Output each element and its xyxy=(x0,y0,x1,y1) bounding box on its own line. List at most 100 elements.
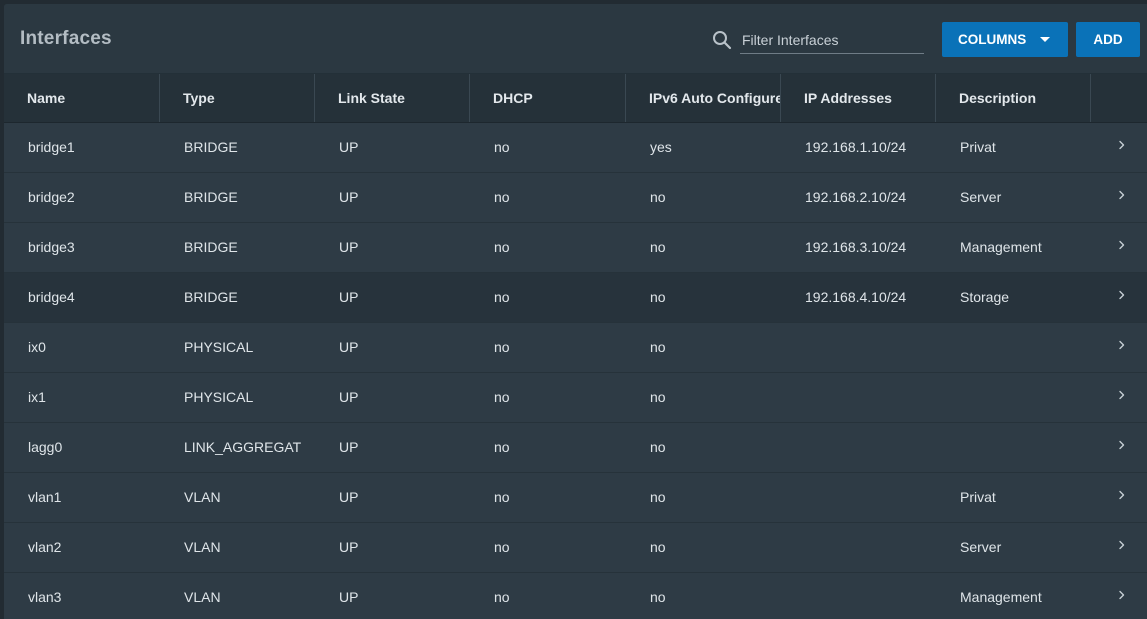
filter-interfaces-input[interactable] xyxy=(740,27,924,54)
cell-type: VLAN xyxy=(184,489,221,505)
cell-description xyxy=(936,423,1091,472)
chevron-right-icon[interactable] xyxy=(1116,389,1128,401)
cell-type: BRIDGE xyxy=(184,239,238,255)
cell-name: vlan2 xyxy=(28,539,62,555)
cell-ip-addresses xyxy=(781,373,936,422)
cell-ipv6-auto-configure: no xyxy=(650,439,666,455)
table-row[interactable]: bridge2 BRIDGE UP no no 192.168.2.10/24 … xyxy=(4,173,1147,223)
cell-description: Management xyxy=(960,589,1042,605)
add-button[interactable]: ADD xyxy=(1076,22,1140,57)
table-body: bridge1 BRIDGE UP no yes 192.168.1.10/24… xyxy=(4,123,1147,619)
caret-down-icon[interactable] xyxy=(1040,37,1050,42)
cell-dhcp: no xyxy=(494,389,510,405)
cell-ipv6-auto-configure: no xyxy=(650,389,666,405)
cell-link-state: UP xyxy=(339,589,359,605)
column-header-actions xyxy=(1091,74,1147,122)
cell-name: vlan3 xyxy=(28,589,62,605)
cell-type: BRIDGE xyxy=(184,289,238,305)
chevron-right-icon[interactable] xyxy=(1116,339,1128,351)
columns-button[interactable]: COLUMNS xyxy=(942,22,1068,57)
column-header-link-state[interactable]: Link State xyxy=(315,74,470,122)
cell-link-state: UP xyxy=(339,489,359,505)
cell-link-state: UP xyxy=(339,239,359,255)
cell-name: vlan1 xyxy=(28,489,62,505)
cell-type: BRIDGE xyxy=(184,189,238,205)
chevron-right-icon[interactable] xyxy=(1116,589,1128,601)
cell-name: bridge2 xyxy=(28,189,75,205)
cell-description: Server xyxy=(960,539,1002,555)
cell-ipv6-auto-configure: no xyxy=(650,539,666,555)
chevron-right-icon[interactable] xyxy=(1116,289,1128,301)
cell-ipv6-auto-configure: no xyxy=(650,289,666,305)
cell-description: Privat xyxy=(960,139,996,155)
chevron-right-icon[interactable] xyxy=(1116,189,1128,201)
chevron-right-icon[interactable] xyxy=(1116,539,1128,551)
cell-ipv6-auto-configure: yes xyxy=(650,139,672,155)
cell-name: bridge3 xyxy=(28,239,75,255)
cell-dhcp: no xyxy=(494,439,510,455)
chevron-right-icon[interactable] xyxy=(1116,139,1128,151)
cell-name: lagg0 xyxy=(28,439,63,455)
cell-dhcp: no xyxy=(494,589,510,605)
cell-name: bridge1 xyxy=(28,139,75,155)
cell-type: PHYSICAL xyxy=(184,389,254,405)
cell-dhcp: no xyxy=(494,539,510,555)
cell-type: LINK_AGGREGATIO xyxy=(184,439,302,455)
cell-description: Privat xyxy=(960,489,996,505)
search-icon xyxy=(713,31,732,50)
chevron-right-icon[interactable] xyxy=(1116,439,1128,451)
table-row[interactable]: bridge3 BRIDGE UP no no 192.168.3.10/24 … xyxy=(4,223,1147,273)
table-row[interactable]: lagg0 LINK_AGGREGATIO UP no no xyxy=(4,423,1147,473)
cell-description: Storage xyxy=(960,289,1010,305)
cell-description: Management xyxy=(960,239,1042,255)
cell-description xyxy=(936,373,1091,422)
column-header-name[interactable]: Name xyxy=(4,74,160,122)
cell-link-state: UP xyxy=(339,289,359,305)
cell-type: VLAN xyxy=(184,539,221,555)
table-row[interactable]: bridge1 BRIDGE UP no yes 192.168.1.10/24… xyxy=(4,123,1147,173)
cell-ip-addresses xyxy=(781,523,936,572)
cell-type: BRIDGE xyxy=(184,139,238,155)
toolbar: Interfaces COLUMNS ADD xyxy=(4,4,1147,74)
cell-link-state: UP xyxy=(339,389,359,405)
cell-type: PHYSICAL xyxy=(184,339,254,355)
column-header-ip-addresses[interactable]: IP Addresses xyxy=(781,74,936,122)
interfaces-table: Name Type Link State DHCP IPv6 Auto Conf… xyxy=(4,74,1147,619)
cell-dhcp: no xyxy=(494,139,510,155)
table-row[interactable]: vlan2 VLAN UP no no Server xyxy=(4,523,1147,573)
cell-ip-addresses xyxy=(781,473,936,522)
table-row[interactable]: bridge4 BRIDGE UP no no 192.168.4.10/24 … xyxy=(4,273,1147,323)
cell-name: bridge4 xyxy=(28,289,75,305)
cell-description: Server xyxy=(960,189,1002,205)
table-row[interactable]: ix1 PHYSICAL UP no no xyxy=(4,373,1147,423)
cell-ipv6-auto-configure: no xyxy=(650,489,666,505)
column-header-description[interactable]: Description xyxy=(936,74,1091,122)
cell-link-state: UP xyxy=(339,539,359,555)
cell-description xyxy=(936,323,1091,372)
cell-name: ix0 xyxy=(28,339,46,355)
column-header-ipv6-auto-configure[interactable]: IPv6 Auto Configure xyxy=(626,74,781,122)
table-row[interactable]: vlan1 VLAN UP no no Privat xyxy=(4,473,1147,523)
interfaces-panel: Interfaces COLUMNS ADD Name Type Link St… xyxy=(4,4,1147,619)
columns-button-label: COLUMNS xyxy=(958,32,1027,47)
table-row[interactable]: vlan3 VLAN UP no no Management xyxy=(4,573,1147,619)
cell-ip-addresses xyxy=(781,573,936,619)
table-row[interactable]: ix0 PHYSICAL UP no no xyxy=(4,323,1147,373)
cell-type: VLAN xyxy=(184,589,221,605)
cell-ipv6-auto-configure: no xyxy=(650,239,666,255)
column-header-dhcp[interactable]: DHCP xyxy=(470,74,626,122)
chevron-right-icon[interactable] xyxy=(1116,239,1128,251)
chevron-right-icon[interactable] xyxy=(1116,489,1128,501)
cell-dhcp: no xyxy=(494,189,510,205)
cell-ipv6-auto-configure: no xyxy=(650,189,666,205)
cell-name: ix1 xyxy=(28,389,46,405)
cell-ip-addresses: 192.168.3.10/24 xyxy=(805,239,907,255)
cell-link-state: UP xyxy=(339,439,359,455)
cell-dhcp: no xyxy=(494,489,510,505)
cell-ip-addresses xyxy=(781,423,936,472)
cell-link-state: UP xyxy=(339,139,359,155)
cell-ipv6-auto-configure: no xyxy=(650,589,666,605)
column-header-type[interactable]: Type xyxy=(160,74,315,122)
cell-ipv6-auto-configure: no xyxy=(650,339,666,355)
cell-ip-addresses: 192.168.1.10/24 xyxy=(805,139,907,155)
